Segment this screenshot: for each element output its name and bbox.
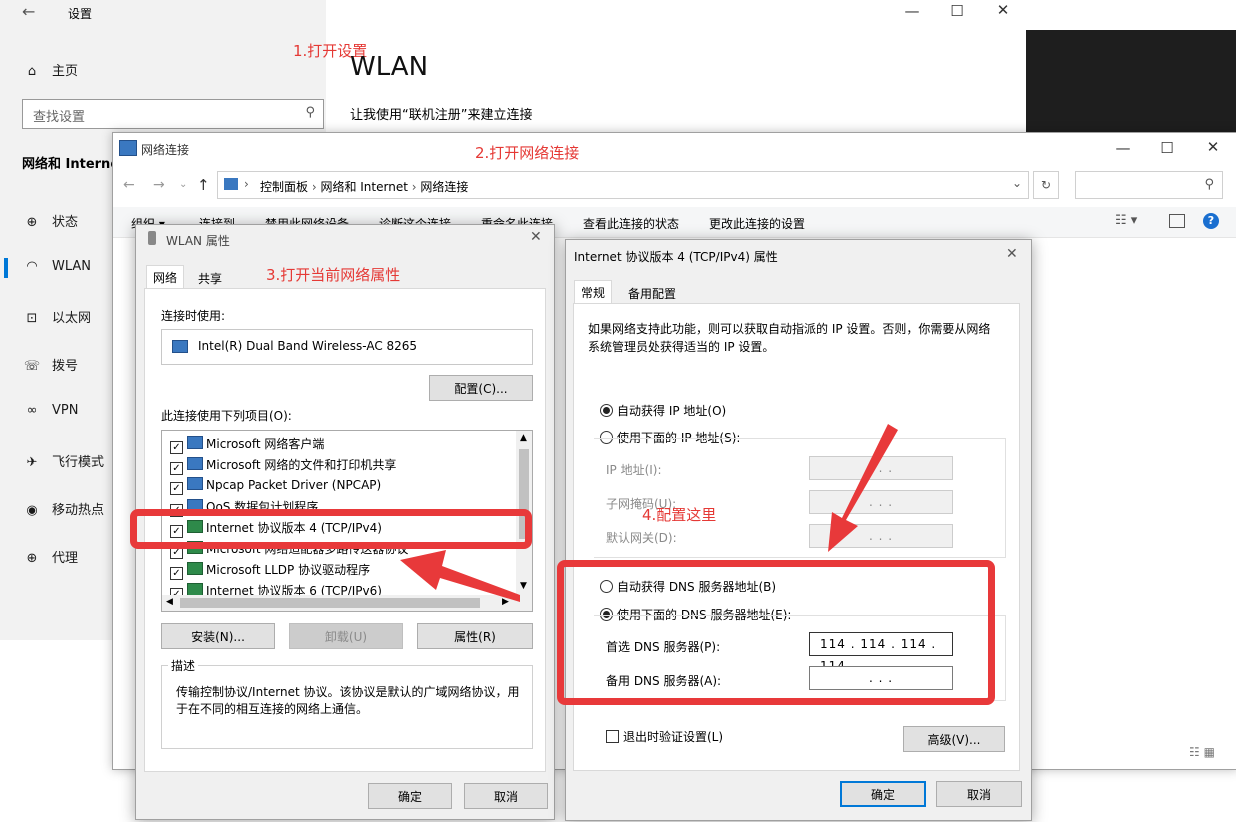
- arrow-to-ipv4-item: [400, 550, 520, 602]
- arrow-to-dns-section: [828, 424, 898, 552]
- annotation-arrows: [400, 424, 898, 602]
